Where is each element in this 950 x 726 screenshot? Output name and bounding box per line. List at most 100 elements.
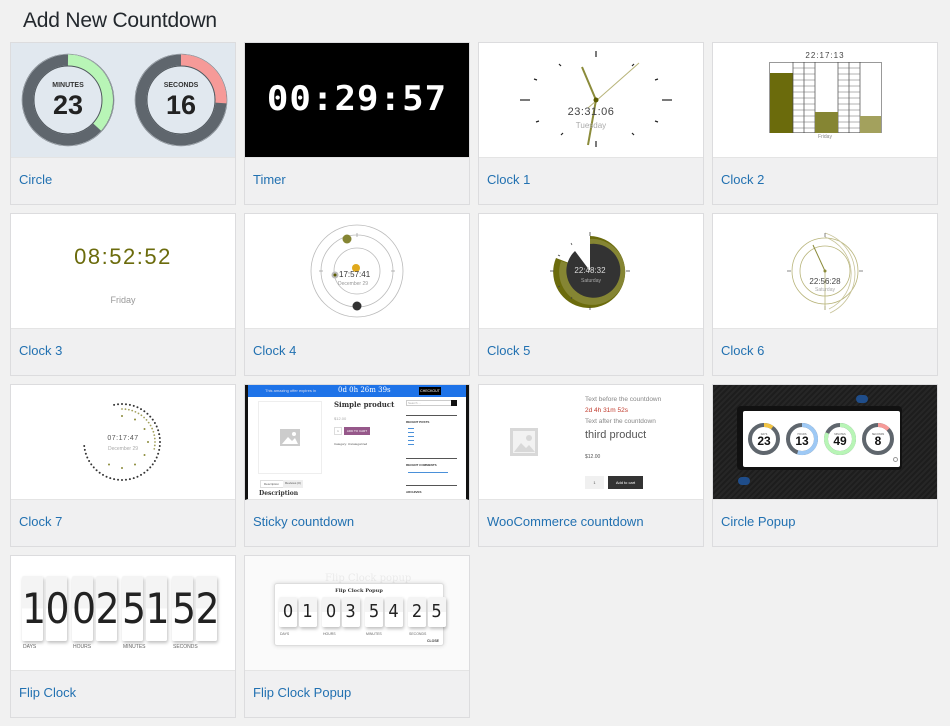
- sticky-section-heading: Description: [259, 490, 299, 497]
- hours-dot: [121, 415, 123, 417]
- template-link-sticky-countdown[interactable]: Sticky countdown: [253, 514, 354, 529]
- hours-dot: [143, 454, 146, 456]
- flip-digit: 0: [279, 597, 297, 627]
- seconds-dot: [88, 460, 91, 462]
- template-card-clock-4[interactable]: 17:57:41 December 29 Clock 4: [244, 213, 470, 376]
- flip-unit-label: DAYS: [280, 632, 290, 636]
- template-card-clock-7[interactable]: 07:17:47 December 29 Clock 7: [10, 384, 236, 547]
- clock-4-time: 17:57:41: [339, 270, 371, 279]
- flip-clock-preview: 10025152 DAYS HOURS MINUTES SECONDS: [11, 556, 235, 671]
- hours-dot: [108, 463, 110, 466]
- hour-hand: [812, 244, 826, 272]
- seconds-dot: [86, 456, 89, 459]
- flip-unit-label: SECONDS: [173, 644, 198, 650]
- template-card-woocommerce-countdown[interactable]: Text before the countdown 2d 4h 31m 52s …: [478, 384, 704, 547]
- template-card-circle[interactable]: MINUTES 23 SECONDS 16 Circle: [10, 42, 236, 205]
- text-after-countdown: Text after the countdown: [585, 418, 656, 425]
- countdown-template-grid: MINUTES 23 SECONDS 16 Circle 00:29:57 Ti…: [10, 42, 938, 718]
- tab-reviews: Reviews (0): [283, 480, 303, 488]
- flip-unit-label: DAYS: [23, 644, 37, 650]
- template-link-circle-popup[interactable]: Circle Popup: [721, 514, 795, 529]
- seconds-dot: [95, 469, 98, 472]
- seconds-dot: [102, 473, 104, 476]
- flip-digit: 1: [298, 597, 317, 627]
- template-card-clock-1[interactable]: 23:31:06 Tuesday Clock 1: [478, 42, 704, 205]
- clock-5-preview: 22:48:32 Saturday: [479, 214, 703, 329]
- template-card-clock-3[interactable]: 08:52:52 Friday Clock 3: [10, 213, 236, 376]
- template-link-clock-7[interactable]: Clock 7: [19, 514, 62, 529]
- flip-unit-label: HOURS: [323, 632, 336, 636]
- minutes-dot: [140, 414, 143, 417]
- minutes-dot: [127, 408, 130, 411]
- flip-digit: 5: [427, 597, 446, 627]
- clock-5-day: Saturday: [580, 278, 601, 284]
- popup-unit-value: 23: [757, 434, 771, 448]
- flip-unit-label: MINUTES: [123, 644, 146, 650]
- template-card-clock-6[interactable]: 22:56:28 Saturday Clock 6: [712, 213, 938, 376]
- flip-digit: 2: [195, 576, 220, 641]
- clock-4-date: December 29: [338, 281, 369, 287]
- sticky-product-title: Simple product: [334, 400, 395, 409]
- template-link-clock-1[interactable]: Clock 1: [487, 172, 530, 187]
- template-link-clock-4[interactable]: Clock 4: [253, 343, 296, 358]
- seconds-dot: [149, 466, 152, 469]
- template-card-clock-2[interactable]: 22:17:13 Friday Clock 2: [712, 42, 938, 205]
- flip-popup-close-button: CLOSE: [426, 639, 439, 643]
- template-card-flip-clock-popup[interactable]: Flip Clock popup Flip Clock Popup 010354…: [244, 555, 470, 718]
- template-card-timer[interactable]: 00:29:57 Timer: [244, 42, 470, 205]
- seconds-bar: [860, 116, 881, 133]
- seconds-dot: [143, 471, 146, 474]
- woo-countdown-value: 2d 4h 31m 52s: [585, 407, 629, 414]
- hours-dot: [134, 418, 136, 421]
- clock-2-preview: 22:17:13 Friday: [713, 43, 937, 158]
- seconds-dot: [136, 475, 139, 478]
- seconds-dot: [84, 452, 87, 455]
- clock-4-preview: 17:57:41 December 29: [245, 214, 469, 329]
- template-card-circle-popup[interactable]: DAYS 23 HOURS 13 MINUTES 49 SECONDS 8 Circle Po…: [712, 384, 938, 547]
- template-link-circle[interactable]: Circle: [19, 172, 52, 187]
- flip-digit: 5: [122, 576, 146, 641]
- template-card-flip-clock[interactable]: 10025152 DAYS HOURS MINUTES SECONDS Flip Cl…: [10, 555, 236, 718]
- template-link-flip-clock[interactable]: Flip Clock: [19, 685, 76, 700]
- hours-bar: [770, 73, 793, 133]
- seconds-dot: [146, 469, 149, 472]
- sticky-add-to-cart: ADD TO CART: [344, 427, 370, 435]
- template-link-clock-3[interactable]: Clock 3: [19, 343, 62, 358]
- template-card-clock-5[interactable]: 22:48:32 Saturday Clock 5: [478, 213, 704, 376]
- template-link-woocommerce-countdown[interactable]: WooCommerce countdown: [487, 514, 644, 529]
- page-title: Add New Countdown: [23, 9, 217, 32]
- clock-6-day: Saturday: [814, 287, 835, 293]
- seconds-dot: [149, 415, 152, 418]
- seconds-dot: [117, 478, 120, 481]
- clock-6-time: 22:56:28: [809, 277, 841, 286]
- seconds-dot: [136, 406, 139, 409]
- flip-digit: 1: [145, 576, 170, 641]
- minutes-dot: [147, 421, 150, 424]
- minutes-dot: [134, 410, 137, 413]
- sticky-price: $12.00: [334, 416, 347, 421]
- hour-hand: [581, 66, 597, 101]
- minutes-dot: [145, 419, 148, 421]
- clock-5-time: 22:48:32: [574, 266, 606, 275]
- flip-digit: 0: [72, 576, 96, 641]
- seconds-dot: [98, 471, 101, 474]
- template-card-sticky-countdown[interactable]: This amazing offer expires in 0d 0h 26m …: [244, 384, 470, 547]
- timer-preview: 00:29:57: [245, 43, 469, 158]
- template-link-clock-2[interactable]: Clock 2: [721, 172, 764, 187]
- template-link-clock-6[interactable]: Clock 6: [721, 343, 764, 358]
- minutes-dot: [137, 412, 140, 415]
- seconds-dot: [113, 403, 116, 406]
- template-link-flip-clock-popup[interactable]: Flip Clock Popup: [253, 685, 351, 700]
- minutes-value: 23: [52, 90, 84, 120]
- circle-popup-preview: DAYS 23 HOURS 13 MINUTES 49 SECONDS 8: [713, 385, 937, 500]
- template-link-timer[interactable]: Timer: [253, 172, 286, 187]
- seconds-dot: [140, 473, 142, 476]
- popup-unit-value: 8: [875, 434, 882, 448]
- dotted-clock: [83, 403, 161, 481]
- template-link-clock-5[interactable]: Clock 5: [487, 343, 530, 358]
- flip-unit-label: HOURS: [73, 644, 92, 650]
- seconds-dot: [140, 408, 142, 411]
- seconds-dot: [105, 475, 108, 478]
- seconds-dot: [151, 463, 154, 466]
- minutes-planet: [331, 271, 339, 279]
